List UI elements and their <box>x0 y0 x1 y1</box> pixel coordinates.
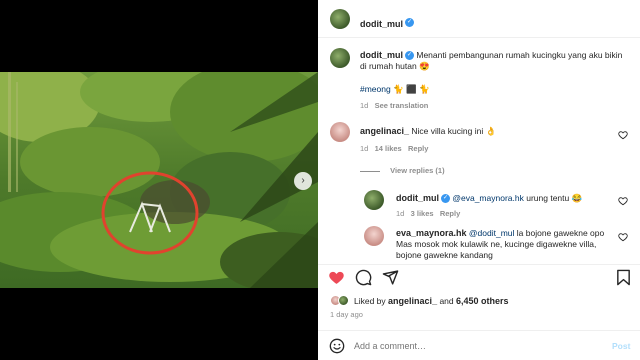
comment-bubble-icon[interactable] <box>355 269 372 286</box>
caption-avatar[interactable] <box>330 48 350 68</box>
comment-1: angelinaci_ Nice villa kucing ini 👌 <box>360 126 496 137</box>
likes-summary: Liked by angelinaci_ and 6,450 others <box>354 296 509 307</box>
comment-composer: Post <box>318 330 640 360</box>
verified-badge-icon: ✓ <box>405 51 414 61</box>
hashtag-emojis: 🐈 ⬛ 🐈 <box>393 84 430 94</box>
avatar[interactable] <box>330 9 350 29</box>
post-details-panel: dodit_mul ✓ dodit_mul ✓ Menanti pembanguna… <box>318 0 640 360</box>
reply-text-line3: bojone gawekne kandang <box>396 250 493 260</box>
mention-link[interactable]: @dodit_mul <box>469 228 514 238</box>
reply-username[interactable]: dodit_mul <box>396 193 439 203</box>
reply-age: 1d <box>396 209 405 218</box>
divider-line <box>360 170 380 172</box>
carousel-next-button[interactable]: › <box>294 172 312 190</box>
like-reply-heart-icon[interactable] <box>618 196 628 206</box>
reply-avatar[interactable] <box>364 226 384 246</box>
mention-link[interactable]: @eva_maynora.hk <box>452 193 523 203</box>
reply-text-line2: Mas mosok mok kulawik ne, kucinge digawe… <box>396 239 597 249</box>
post-media[interactable] <box>0 72 318 288</box>
reply-button[interactable]: Reply <box>408 144 428 153</box>
caption-hashtags: #meong 🐈 ⬛ 🐈 <box>360 84 430 95</box>
caption-age: 1d <box>360 101 369 110</box>
comment-text: Nice villa kucing ini <box>411 126 484 136</box>
verified-badge-icon: ✓ <box>405 18 414 28</box>
reply-2: eva_maynora.hk @dodit_mul la bojone gawe… <box>396 228 626 262</box>
liked-by-others[interactable]: 6,450 others <box>456 296 509 306</box>
like-reply-heart-icon[interactable] <box>618 232 628 242</box>
reply-avatar[interactable] <box>364 190 384 210</box>
liked-by-prefix: Liked by <box>354 296 386 306</box>
chevron-right-icon: › <box>301 175 305 186</box>
post-comment-button[interactable]: Post <box>612 341 630 351</box>
post-age[interactable]: 1 day ago <box>330 310 363 319</box>
emoji-smiley-icon[interactable] <box>329 338 345 354</box>
liked-by-and: and <box>439 296 454 306</box>
view-replies-row[interactable]: View replies (1) <box>360 166 445 175</box>
comment-likes[interactable]: 14 likes <box>375 144 402 153</box>
reply-likes[interactable]: 3 likes <box>411 209 434 218</box>
caption-meta: 1d See translation <box>360 101 428 110</box>
hashtag-link[interactable]: #meong <box>360 84 391 94</box>
reply-text-line1: la bojone gawekne opo <box>516 228 605 238</box>
comment-username[interactable]: angelinaci_ <box>360 126 409 136</box>
share-send-icon[interactable] <box>382 269 399 286</box>
reply-username[interactable]: eva_maynora.hk <box>396 228 467 238</box>
comment-age: 1d <box>360 144 369 153</box>
comment-meta: 1d 14 likes Reply <box>360 144 428 153</box>
verified-badge-icon: ✓ <box>441 194 450 204</box>
add-comment-input[interactable] <box>354 338 594 354</box>
liked-heart-icon[interactable] <box>328 269 345 286</box>
like-comment-heart-icon[interactable] <box>618 130 628 140</box>
view-replies-button[interactable]: View replies (1) <box>390 166 444 175</box>
caption-username[interactable]: dodit_mul <box>360 50 403 60</box>
reply-button[interactable]: Reply <box>440 209 460 218</box>
reply-meta: 1d 3 likes Reply <box>396 209 460 218</box>
caption-emoji: 😍 <box>419 61 430 71</box>
header-username-row: dodit_mul ✓ <box>360 14 414 32</box>
bookmark-icon[interactable] <box>616 269 631 286</box>
comment-avatar[interactable] <box>330 122 350 142</box>
header-username[interactable]: dodit_mul <box>360 19 403 29</box>
reply-1: dodit_mul ✓ @eva_maynora.hk urung tentu 😂 <box>396 193 582 204</box>
photo-jungle-cat-house <box>0 72 318 288</box>
reply-emoji: 😂 <box>571 193 583 203</box>
liked-by-user[interactable]: angelinaci_ <box>388 296 437 306</box>
see-translation-button[interactable]: See translation <box>375 101 429 110</box>
caption: dodit_mul ✓ Menanti pembangunan rumah kuc… <box>360 50 630 72</box>
action-bar <box>318 264 640 288</box>
post-viewer: › dodit_mul ✓ dodit_mul ✓ Menanti pembangu… <box>0 0 640 360</box>
liker-avatar <box>338 295 349 306</box>
reply-text: urung tentu <box>526 193 570 203</box>
comment-emoji: 👌 <box>485 126 497 136</box>
post-header: dodit_mul ✓ <box>318 0 640 38</box>
